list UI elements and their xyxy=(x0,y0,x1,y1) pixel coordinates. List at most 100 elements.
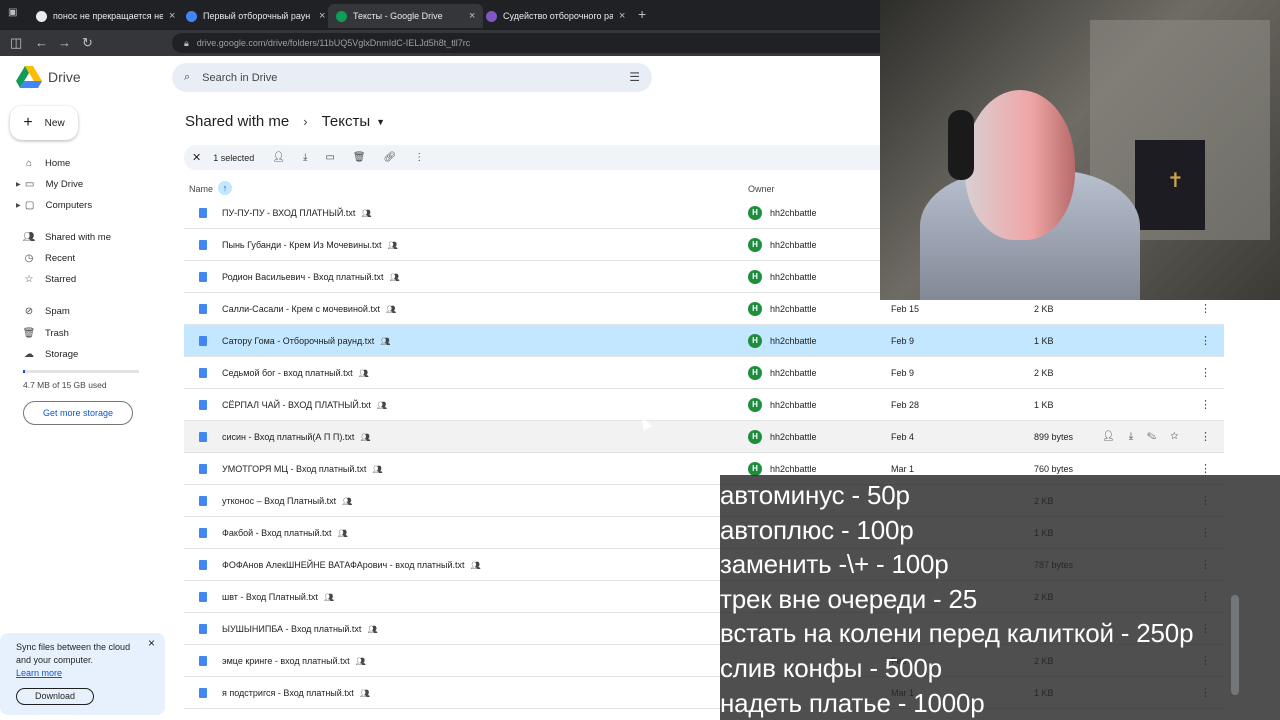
share-icon[interactable]: 👤︎ xyxy=(272,152,285,163)
rename-icon[interactable]: ✎ xyxy=(1147,431,1170,442)
file-name: швт - Вход Платный.txt 👥︎ xyxy=(222,592,334,602)
get-more-storage-button[interactable]: Get more storage xyxy=(23,401,133,425)
trash-icon[interactable]: 🗑︎ xyxy=(353,152,366,163)
sidebar-item-shared[interactable]: 👥︎ Shared with me xyxy=(22,227,111,247)
search-input[interactable]: Search in Drive xyxy=(202,72,277,84)
star-icon: ☆ xyxy=(24,273,34,285)
more-actions-icon[interactable]: ⋮ xyxy=(414,152,424,163)
move-icon[interactable]: ▭ xyxy=(325,152,334,163)
row-actions: 👤︎⤓✎☆ xyxy=(1102,431,1192,442)
file-size: 899 bytes xyxy=(1034,432,1074,442)
more-actions-icon[interactable]: ⋮ xyxy=(1200,462,1211,475)
back-icon[interactable]: ← xyxy=(35,35,48,50)
file-name: я подстригся - Вход платный.txt 👥︎ xyxy=(222,688,370,698)
people-icon: 👥︎ xyxy=(22,231,36,243)
owner-name: hh2chbattle xyxy=(770,336,817,346)
clear-selection-icon[interactable]: ✕ xyxy=(192,151,201,164)
sidebar-item-label: My Drive xyxy=(45,178,84,190)
more-actions-icon[interactable]: ⋮ xyxy=(1200,398,1211,411)
file-name: Седьмой бог - вход платный.txt 👥︎ xyxy=(222,368,369,378)
sidebar-item-storage[interactable]: ☁ Storage xyxy=(22,344,78,364)
shared-icon: 👥︎ xyxy=(355,657,366,666)
more-actions-icon[interactable]: ⋮ xyxy=(1200,430,1211,443)
more-actions-icon[interactable]: ⋮ xyxy=(1200,302,1211,315)
file-row[interactable]: СЁРПАЛ ЧАЙ - ВХОД ПЛАТНЫЙ.txt 👥︎ Hhh2chbat… xyxy=(184,389,1224,421)
price-line: заменить -\+ - 100р xyxy=(720,549,949,580)
forward-icon[interactable]: → xyxy=(58,35,71,50)
link-icon[interactable]: 🔗︎ xyxy=(384,152,397,163)
breadcrumb-current[interactable]: Тексты xyxy=(322,113,371,130)
column-owner[interactable]: Owner xyxy=(748,184,775,194)
download-icon[interactable]: ⤓ xyxy=(303,152,307,163)
tab-favicon-icon xyxy=(186,10,197,22)
shared-icon: 👥︎ xyxy=(389,273,400,282)
expand-arrow-icon[interactable]: ▶ xyxy=(16,202,21,209)
shared-icon: 👥︎ xyxy=(337,529,348,538)
column-name[interactable]: Name xyxy=(189,184,213,194)
close-icon[interactable]: × xyxy=(148,637,155,650)
shared-icon: 👥︎ xyxy=(361,209,372,218)
file-date: Feb 9 xyxy=(891,336,915,346)
file-size: 1 KB xyxy=(1034,336,1054,346)
sidebar-item-starred[interactable]: ☆ Starred xyxy=(22,269,77,289)
close-tab-icon[interactable]: × xyxy=(169,10,175,22)
owner-avatar: H xyxy=(748,302,762,316)
sidebar-toggle-icon[interactable]: ◫ xyxy=(10,35,22,51)
reload-icon[interactable]: ↻ xyxy=(82,35,93,51)
sidebar-item-computers[interactable]: ▶ ▢ Computers xyxy=(16,195,92,215)
sidebar-item-trash[interactable]: 🗑︎ Trash xyxy=(22,323,69,343)
close-tab-icon[interactable]: × xyxy=(469,10,475,22)
caret-down-icon[interactable]: ▼ xyxy=(376,117,385,127)
scrollbar[interactable] xyxy=(1231,595,1239,695)
price-overlay: автоминус - 50р автоплюс - 100р заменить… xyxy=(720,475,1280,720)
search-options-icon[interactable]: ☰ xyxy=(629,70,640,84)
download-button[interactable]: Download xyxy=(16,688,94,705)
more-actions-icon[interactable]: ⋮ xyxy=(1200,366,1211,379)
browser-tab[interactable]: понос не прекращается неде × xyxy=(28,4,183,28)
new-button[interactable]: + New xyxy=(10,106,78,140)
tab-actions-icon[interactable]: ▣ xyxy=(8,7,17,18)
learn-more-link[interactable]: Learn more xyxy=(16,667,149,680)
browser-tab-active[interactable]: Тексты - Google Drive × xyxy=(328,4,484,28)
file-name-text: ПУ-ПУ-ПУ - ВХОД ПЛАТНЫЙ.txt xyxy=(222,208,356,218)
breadcrumb-parent[interactable]: Shared with me xyxy=(185,113,289,130)
sidebar-item-home[interactable]: ⌂ Home xyxy=(22,153,70,173)
document-icon xyxy=(199,336,207,346)
close-tab-icon[interactable]: × xyxy=(619,10,625,22)
sidebar-item-recent[interactable]: ◷ Recent xyxy=(22,248,75,268)
browser-tab[interactable]: Первый отборочный раун × xyxy=(178,4,333,28)
file-size: 2 KB xyxy=(1034,304,1054,314)
shared-icon: 👥︎ xyxy=(342,497,353,506)
shared-icon: 👥︎ xyxy=(358,369,369,378)
file-size: 760 bytes xyxy=(1034,464,1074,474)
file-row[interactable]: Сатору Гома - Отборочный раунд.txt 👥︎ Hhh2… xyxy=(184,325,1224,357)
sidebar-item-my-drive[interactable]: ▶ ▭ My Drive xyxy=(16,174,83,194)
share-icon[interactable]: 👤︎ xyxy=(1102,431,1129,442)
tab-title: Первый отборочный раун xyxy=(203,11,311,21)
drive-favicon-icon xyxy=(336,10,347,22)
star-icon[interactable]: ☆ xyxy=(1170,431,1192,442)
expand-arrow-icon[interactable]: ▶ xyxy=(16,181,21,188)
sidebar-item-spam[interactable]: ⊘ Spam xyxy=(22,301,70,321)
drive-logo[interactable]: Drive xyxy=(16,66,81,88)
file-name-text: утконос – Вход Платный.txt xyxy=(222,496,337,506)
owner-name: hh2chbattle xyxy=(770,304,817,314)
url-field[interactable]: 🔒︎ drive.google.com/drive/folders/11bUQ5… xyxy=(172,33,892,53)
clock-icon: ◷ xyxy=(24,252,34,264)
file-row[interactable]: Седьмой бог - вход платный.txt 👥︎ Hhh2chba… xyxy=(184,357,1224,389)
sort-arrow-icon[interactable]: ↑ xyxy=(218,181,232,195)
file-name: Пынь Губанди - Крем Из Мочевины.txt 👥︎ xyxy=(222,240,398,250)
owner-name: hh2chbattle xyxy=(770,464,817,474)
owner-name: hh2chbattle xyxy=(770,400,817,410)
sidebar-item-label: Storage xyxy=(45,348,79,360)
new-tab-icon[interactable]: + xyxy=(638,6,646,22)
sidebar-item-label: Spam xyxy=(45,305,70,317)
download-icon[interactable]: ⤓ xyxy=(1129,431,1147,442)
file-name-text: швт - Вход Платный.txt xyxy=(222,592,318,602)
file-row[interactable]: сисин - Вход платный(А П П).txt 👥︎ Hhh2chb… xyxy=(184,421,1224,453)
browser-tab[interactable]: Судейство отборочного раунд × xyxy=(478,4,633,28)
more-actions-icon[interactable]: ⋮ xyxy=(1200,334,1211,347)
owner-avatar: H xyxy=(748,334,762,348)
search-bar[interactable]: ⌕ Search in Drive ☰ xyxy=(172,63,652,92)
close-tab-icon[interactable]: × xyxy=(319,10,325,22)
